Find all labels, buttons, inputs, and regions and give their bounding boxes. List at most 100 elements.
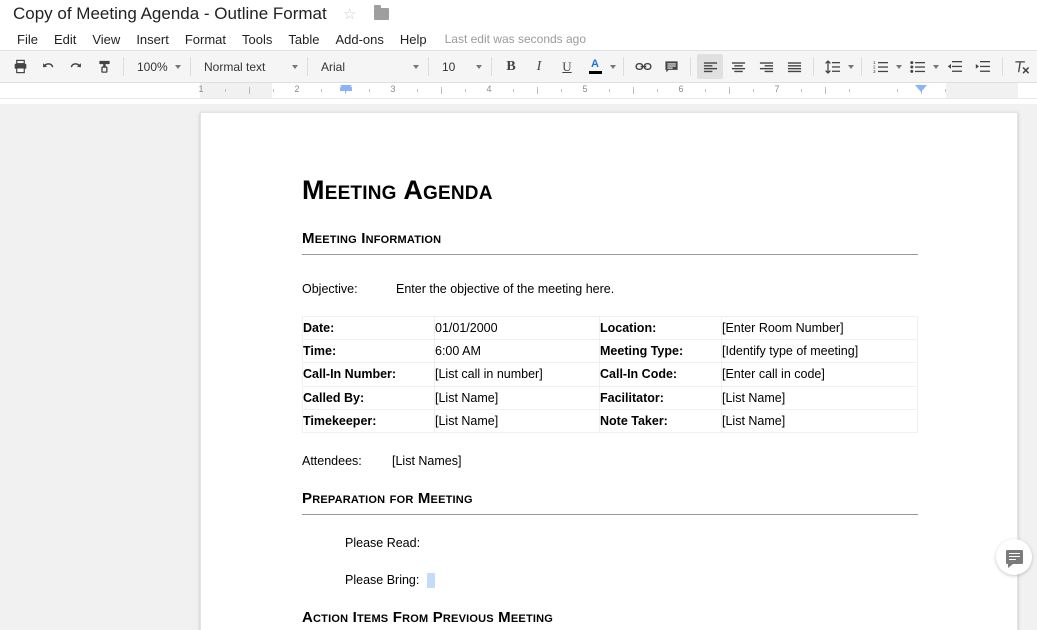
paragraph-style-dropdown[interactable]: Normal text <box>196 54 302 79</box>
title-bar: Copy of Meeting Agenda - Outline Format … <box>0 0 1037 28</box>
indent-increase-icon[interactable] <box>970 54 996 79</box>
toolbar-separator <box>623 57 624 76</box>
text-color-label: A <box>591 58 599 70</box>
section-heading-preparation-for-meeting: Preparation for Meeting <box>302 489 473 507</box>
chevron-down-icon <box>413 64 419 69</box>
cell-label-facilitator: Facilitator: <box>599 385 722 410</box>
cell-value-timekeeper[interactable]: [List Name] <box>434 408 600 433</box>
table-row[interactable]: Timekeeper: [List Name] Note Taker: [Lis… <box>302 408 918 433</box>
ruler-half-tick <box>537 87 538 94</box>
section-heading-action-items: Action Items From Previous Meeting <box>302 609 554 627</box>
cell-value-facilitator[interactable]: [List Name] <box>721 385 918 410</box>
attendees-row: Attendees: [List Names] <box>302 452 918 470</box>
cell-value-meeting-type[interactable]: [Identify type of meeting] <box>721 339 918 364</box>
table-row[interactable]: Call-In Number: [List call in number] Ca… <box>302 362 918 387</box>
chevron-down-icon[interactable] <box>933 64 939 69</box>
ruler-tick <box>513 89 514 92</box>
table-row[interactable]: Time: 6:00 AM Meeting Type: [Identify ty… <box>302 339 918 364</box>
align-center-icon[interactable] <box>725 54 751 79</box>
ruler-right-margin-zone <box>946 83 1018 98</box>
ruler-tick <box>321 89 322 92</box>
document-body[interactable]: Meeting Agenda Meeting Information Objec… <box>201 113 1017 630</box>
align-right-icon[interactable] <box>753 54 779 79</box>
toolbar-separator <box>428 57 429 76</box>
menu-item-table[interactable]: Table <box>280 30 327 49</box>
menu-item-insert[interactable]: Insert <box>128 30 177 49</box>
paragraph-style-value: Normal text <box>204 59 266 74</box>
right-indent-marker[interactable] <box>915 85 927 92</box>
menu-item-edit[interactable]: Edit <box>46 30 84 49</box>
toolbar-separator <box>1002 57 1003 76</box>
cell-value-call-in-number[interactable]: [List call in number] <box>434 362 600 387</box>
bold-button[interactable]: B <box>498 54 524 79</box>
cell-value-time[interactable]: 6:00 AM <box>434 339 600 364</box>
objective-label: Objective: <box>302 282 358 297</box>
document-heading-title: Meeting Agenda <box>302 175 493 205</box>
bulleted-list-icon[interactable] <box>905 54 931 79</box>
star-outline-icon[interactable]: ☆ <box>341 5 359 23</box>
cell-value-location[interactable]: [Enter Room Number] <box>721 316 918 341</box>
paint-format-icon[interactable] <box>91 54 117 79</box>
table-row[interactable]: Date: 01/01/2000 Location: [Enter Room N… <box>302 316 918 341</box>
add-comment-icon[interactable] <box>658 54 684 79</box>
section-divider <box>302 254 918 256</box>
menu-bar: File Edit View Insert Format Tools Table… <box>0 28 1037 50</box>
italic-button[interactable]: I <box>526 54 552 79</box>
folder-glyph <box>374 5 390 20</box>
meeting-information-table[interactable]: Date: 01/01/2000 Location: [Enter Room N… <box>302 316 918 433</box>
menu-item-view[interactable]: View <box>84 30 128 49</box>
ruler-tick <box>417 89 418 92</box>
toolbar-separator <box>491 57 492 76</box>
chevron-down-icon[interactable] <box>610 64 616 69</box>
cell-value-date[interactable]: 01/01/2000 <box>434 316 600 341</box>
ruler-number: 2 <box>294 84 300 94</box>
clear-formatting-icon[interactable] <box>1009 54 1035 79</box>
cell-value-called-by[interactable]: [List Name] <box>434 385 600 410</box>
document-title[interactable]: Copy of Meeting Agenda - Outline Format <box>13 4 327 24</box>
ruler-number: 5 <box>582 84 588 94</box>
indent-decrease-icon[interactable] <box>942 54 968 79</box>
link-icon[interactable] <box>630 54 656 79</box>
font-family-dropdown[interactable]: Arial <box>313 54 423 79</box>
attendees-value[interactable]: [List Names] <box>392 452 461 470</box>
chevron-down-icon[interactable] <box>896 64 902 69</box>
chevron-down-icon <box>292 64 298 69</box>
svg-text:3: 3 <box>873 69 876 73</box>
section-divider <box>302 513 918 515</box>
document-canvas[interactable]: Meeting Agenda Meeting Information Objec… <box>0 104 1037 630</box>
please-bring-row[interactable]: Please Bring: <box>302 571 918 589</box>
font-size-dropdown[interactable]: 10 <box>434 54 486 79</box>
objective-value[interactable]: Enter the objective of the meeting here. <box>396 280 614 298</box>
underline-button[interactable]: U <box>554 54 580 79</box>
numbered-list-icon[interactable]: 1 2 3 <box>868 54 894 79</box>
cell-value-note-taker[interactable]: [List Name] <box>721 408 918 433</box>
chevron-down-icon[interactable] <box>848 64 854 69</box>
menu-item-tools[interactable]: Tools <box>234 30 280 49</box>
undo-icon[interactable] <box>35 54 61 79</box>
last-edit-status[interactable]: Last edit was seconds ago <box>445 32 586 46</box>
show-comment-history-icon[interactable] <box>996 539 1032 575</box>
left-indent-marker[interactable] <box>340 85 352 92</box>
please-bring-label: Please Bring: <box>345 573 420 588</box>
align-left-icon[interactable] <box>697 54 723 79</box>
document-page[interactable]: Meeting Agenda Meeting Information Objec… <box>200 112 1018 630</box>
ruler[interactable]: 1 2 3 4 5 6 7 <box>0 83 1037 99</box>
menu-item-help[interactable]: Help <box>392 30 435 49</box>
zoom-dropdown[interactable]: 100% <box>129 54 185 79</box>
cell-value-call-in-code[interactable]: [Enter call in code] <box>721 362 918 387</box>
cell-label-location: Location: <box>599 316 722 341</box>
folder-icon[interactable] <box>373 5 391 23</box>
ruler-tick <box>369 89 370 92</box>
chevron-down-icon <box>476 64 482 69</box>
align-justify-icon[interactable] <box>781 54 807 79</box>
please-read-row[interactable]: Please Read: <box>302 534 918 552</box>
print-icon[interactable] <box>7 54 33 79</box>
menu-item-add-ons[interactable]: Add-ons <box>327 30 391 49</box>
menu-item-format[interactable]: Format <box>177 30 234 49</box>
line-spacing-icon[interactable] <box>820 54 846 79</box>
table-row[interactable]: Called By: [List Name] Facilitator: [Lis… <box>302 385 918 410</box>
text-color-button[interactable]: A <box>582 54 608 79</box>
ruler-half-tick <box>825 87 826 94</box>
redo-icon[interactable] <box>63 54 89 79</box>
menu-item-file[interactable]: File <box>9 30 46 49</box>
